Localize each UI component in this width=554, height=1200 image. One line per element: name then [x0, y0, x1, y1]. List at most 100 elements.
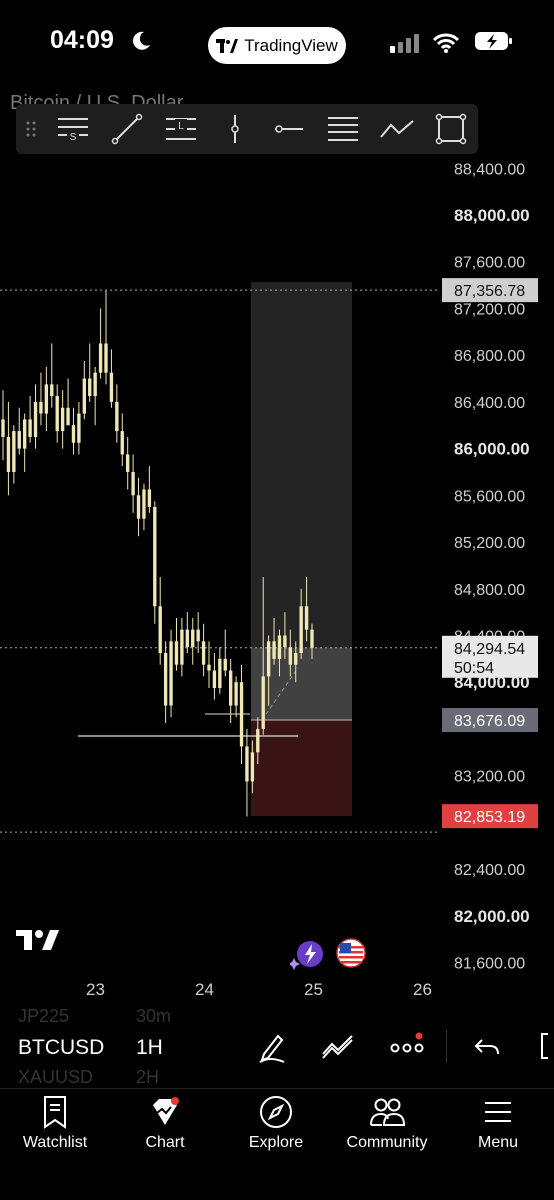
high-price-tag-text: 87,356.78: [454, 283, 525, 300]
candle: [136, 477, 141, 537]
last-price-tag-text: 50:54: [454, 660, 494, 677]
price-tick: 85,600.00: [454, 488, 525, 505]
watchlist-icon: [44, 1096, 66, 1129]
candle-body: [180, 629, 184, 665]
tab-community[interactable]: Community: [337, 1094, 437, 1152]
tab-label: Explore: [248, 1134, 304, 1151]
stop-price-tag: 82,853.19: [442, 804, 538, 829]
long-position-icon[interactable]: L: [154, 104, 208, 154]
candle-body: [142, 489, 146, 519]
candle-body: [55, 396, 59, 432]
candle: [39, 372, 43, 426]
trend-line-icon[interactable]: [100, 104, 154, 154]
tab-chart[interactable]: Chart: [115, 1094, 215, 1152]
candle: [185, 612, 189, 653]
more-icon[interactable]: [388, 1030, 428, 1062]
horizontal-ray-icon[interactable]: [262, 104, 316, 154]
candle-body: [109, 372, 114, 402]
price-tick: 86,400.00: [454, 395, 525, 412]
candle: [126, 436, 130, 490]
symbol-button[interactable]: BTCUSD: [18, 1036, 104, 1060]
redo-icon[interactable]: [536, 1030, 554, 1062]
watchlist-peek-interval: 2H: [136, 1067, 160, 1087]
candle: [239, 664, 244, 764]
candle-body: [185, 629, 189, 648]
pattern-icon[interactable]: [320, 1030, 356, 1062]
pen-icon[interactable]: [256, 1030, 288, 1064]
candle: [28, 396, 32, 443]
last-price-tag-text: 84,294.54: [454, 641, 525, 658]
candle-body: [88, 378, 92, 397]
price-tick: 83,200.00: [454, 769, 525, 786]
interval-button[interactable]: 1H: [136, 1036, 163, 1060]
candle: [98, 308, 103, 379]
fib-retracement-icon[interactable]: [316, 104, 370, 154]
price-tick: 87,200.00: [454, 301, 525, 318]
candle: [174, 617, 179, 671]
candle-body: [158, 606, 162, 653]
candle-body: [98, 343, 103, 373]
time-tick: 26: [413, 980, 432, 999]
ai-badge-icon[interactable]: [290, 938, 326, 970]
candle-body: [294, 653, 298, 665]
candle-body: [77, 413, 81, 443]
price-tick: 81,600.00: [454, 956, 525, 973]
candle: [6, 401, 11, 496]
candle-body: [126, 454, 130, 472]
vertical-line-icon[interactable]: [208, 104, 262, 154]
candle: [207, 641, 211, 689]
candle-body: [115, 401, 119, 432]
candle: [196, 612, 200, 653]
us-flag-icon[interactable]: [336, 938, 366, 968]
candle: [234, 676, 238, 718]
drag-handle-icon[interactable]: [16, 104, 46, 154]
settings-icon[interactable]: S: [46, 104, 100, 154]
tab-label: Watchlist: [22, 1134, 88, 1151]
candle-body: [277, 635, 282, 659]
price-chart[interactable]: 88,800.0088,400.0088,000.0087,600.0087,2…: [0, 150, 554, 1010]
candle: [60, 390, 65, 449]
watchlist-peek-symbol: JP225: [18, 1006, 70, 1026]
tab-explore[interactable]: Explore: [226, 1094, 326, 1152]
candle: [120, 413, 124, 467]
moon-icon: [133, 31, 150, 50]
candle-body: [153, 507, 157, 607]
tab-menu[interactable]: Menu: [448, 1094, 548, 1152]
price-tick: 86,000.00: [454, 440, 530, 459]
candle-body: [174, 641, 179, 665]
time-tick: 24: [195, 980, 214, 999]
candle: [44, 366, 49, 432]
undo-icon[interactable]: [472, 1030, 502, 1062]
candle: [153, 501, 157, 624]
candle: [245, 728, 249, 817]
candle-body: [196, 629, 200, 642]
candle-body: [120, 431, 124, 455]
candle-body: [93, 372, 97, 397]
candle-body: [71, 425, 76, 443]
candle-body: [288, 647, 292, 665]
candle: [71, 407, 76, 455]
candle: [180, 617, 184, 677]
path-icon[interactable]: [370, 104, 424, 154]
candle: [142, 483, 146, 531]
tab-bar-divider: [0, 1088, 554, 1089]
candle-body: [223, 658, 227, 671]
candle-body: [1, 419, 5, 437]
app-pill[interactable]: TradingView: [208, 27, 346, 64]
candle-body: [104, 343, 108, 373]
rectangle-icon[interactable]: [424, 104, 478, 154]
candle: [93, 366, 97, 426]
price-tick: 82,000.00: [454, 907, 530, 926]
candle-body: [245, 746, 249, 782]
tab-watchlist[interactable]: Watchlist: [5, 1094, 105, 1152]
price-tick: 84,800.00: [454, 582, 525, 599]
candle-body: [218, 658, 222, 689]
watchlist-peek-symbol: XAUUSD: [18, 1067, 94, 1087]
candle: [33, 384, 38, 449]
candle: [212, 653, 217, 700]
candle: [109, 349, 114, 408]
candle-body: [256, 728, 260, 753]
tradingview-logo-icon: [16, 930, 59, 950]
toolbar-divider: [446, 1030, 447, 1062]
tab-label: Menu: [477, 1134, 519, 1151]
